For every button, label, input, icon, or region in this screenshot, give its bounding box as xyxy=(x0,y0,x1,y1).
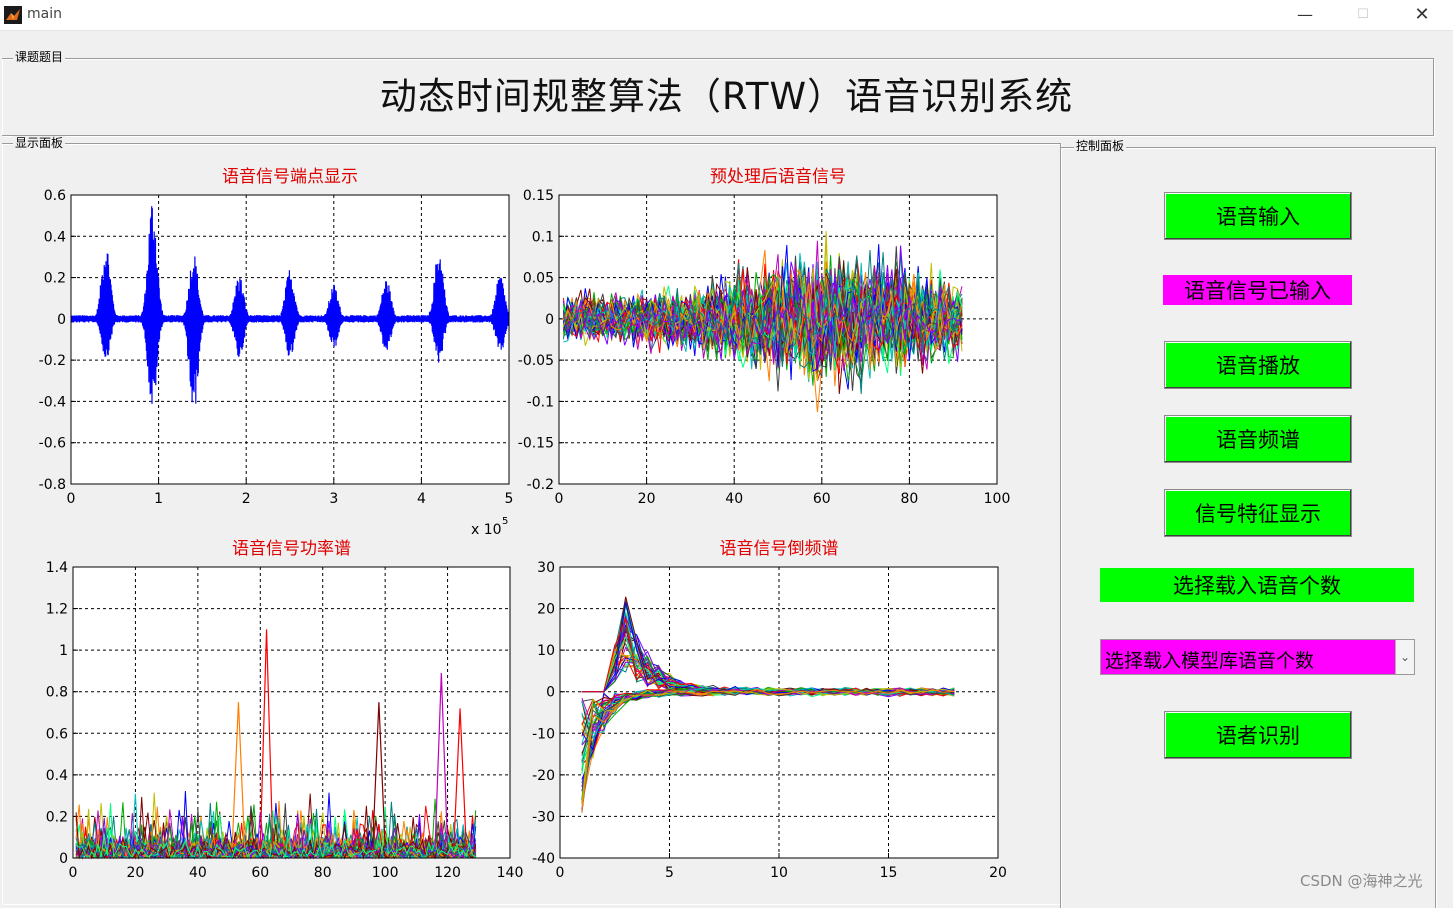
x-tick-label: 80 xyxy=(314,865,332,881)
x-tick-label: 60 xyxy=(251,865,269,881)
chart-title: 语音信号端点显示 xyxy=(222,167,358,187)
y-tick-label: -0.1 xyxy=(527,394,554,410)
x-tick-label: 60 xyxy=(813,491,831,507)
y-tick-label: -20 xyxy=(532,768,555,784)
x-tick-label: 140 xyxy=(497,865,524,881)
y-tick-label: 0.2 xyxy=(44,271,66,287)
chart-cepstrum: 语音信号倒频谱 0 5 10 15 20 -40 -30 -20 -10 0 10 20 30 xyxy=(532,539,1007,881)
x-tick-label: 0 xyxy=(556,865,565,881)
x-tick-label: 20 xyxy=(638,491,656,507)
y-tick-label: 0.4 xyxy=(44,229,66,245)
y-tick-label: -0.8 xyxy=(39,477,66,493)
y-tick-label: 0.6 xyxy=(44,188,66,204)
y-tick-label: 1.4 xyxy=(46,560,68,576)
x-tick-label: 2 xyxy=(242,491,251,507)
y-tick-label: 0 xyxy=(546,685,555,701)
chart-preprocessed: 预处理后语音信号 0 20 40 60 80 100 -0.2 -0.15 -0.1 -0.05 0 0… xyxy=(518,167,1011,507)
chart-endpoint: 语音信号端点显示 0 1 2 3 4 5 -0.8 -0.6 -0.4 -0.2 0 0.2 0.4 0.6… xyxy=(39,167,514,538)
y-tick-label: 0.15 xyxy=(523,188,554,204)
chart-title: 预处理后语音信号 xyxy=(710,167,846,187)
x-tick-label: 15 xyxy=(880,865,898,881)
chart-title: 语音信号功率谱 xyxy=(232,539,351,559)
y-tick-label: -40 xyxy=(532,851,555,867)
x-tick-label: 10 xyxy=(770,865,788,881)
plots-area: 语音信号端点显示0 1 2 3 4 5-0.8-0.6-0.4-0.200.20.40.6… xyxy=(39,167,1011,881)
x-tick-label: 0 xyxy=(555,491,564,507)
y-tick-label: -10 xyxy=(532,726,555,742)
x-tick-label: 0 xyxy=(69,865,78,881)
y-tick-label: 0 xyxy=(545,312,554,328)
y-tick-label: -0.05 xyxy=(518,353,554,369)
chart-title: 语音信号倒频谱 xyxy=(720,539,839,559)
y-tick-label: 0.2 xyxy=(46,809,68,825)
x-tick-label: 0 xyxy=(67,491,76,507)
y-tick-label: 0.8 xyxy=(46,685,68,701)
chart-power: 语音信号功率谱 0 20 40 60 80 100 120 140 0 0.2 0.4 0.6 0.8 1 1… xyxy=(46,539,524,881)
y-tick-label: -30 xyxy=(532,809,555,825)
x-tick-label: 120 xyxy=(434,865,461,881)
y-tick-label: 10 xyxy=(537,643,555,659)
x-tick-label: 100 xyxy=(372,865,399,881)
y-tick-label: 0.1 xyxy=(532,229,554,245)
y-tick-label: 0 xyxy=(57,312,66,328)
y-tick-label: 30 xyxy=(537,560,555,576)
x-tick-label: 40 xyxy=(725,491,743,507)
x-multiplier-exponent: 5 xyxy=(502,516,508,527)
y-tick-label: 0.6 xyxy=(46,726,68,742)
x-tick-label: 3 xyxy=(329,491,338,507)
x-tick-label: 100 xyxy=(984,491,1011,507)
y-tick-label: -0.4 xyxy=(39,394,66,410)
plot-background xyxy=(73,567,510,858)
y-tick-label: 0.05 xyxy=(523,271,554,287)
x-tick-label: 20 xyxy=(989,865,1007,881)
x-multiplier: x 10 xyxy=(471,522,502,538)
y-tick-label: -0.2 xyxy=(527,477,554,493)
x-tick-label: 1 xyxy=(154,491,163,507)
y-tick-label: 0.4 xyxy=(46,768,68,784)
y-tick-label: -0.6 xyxy=(39,436,66,452)
y-tick-label: 20 xyxy=(537,602,555,618)
y-tick-label: 0 xyxy=(59,851,68,867)
x-tick-label: 80 xyxy=(900,491,918,507)
y-tick-label: 1.2 xyxy=(46,602,68,618)
x-tick-label: 20 xyxy=(127,865,145,881)
x-tick-label: 40 xyxy=(189,865,207,881)
y-tick-label: -0.15 xyxy=(518,436,554,452)
y-tick-label: -0.2 xyxy=(39,353,66,369)
x-tick-label: 4 xyxy=(417,491,426,507)
y-tick-label: 1 xyxy=(59,643,68,659)
x-tick-label: 5 xyxy=(665,865,674,881)
x-tick-label: 5 xyxy=(505,491,514,507)
